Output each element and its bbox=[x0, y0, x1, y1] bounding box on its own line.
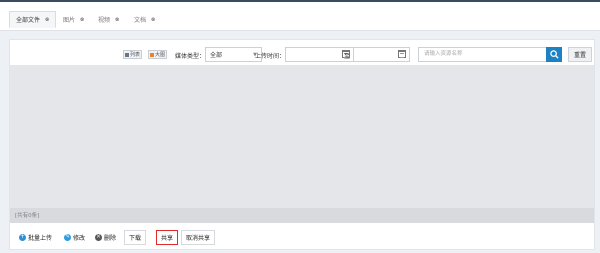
media-type-value: 全部 bbox=[210, 52, 223, 59]
close-icon[interactable]: ⊗ bbox=[115, 17, 119, 23]
grid-view-button[interactable]: 大图 bbox=[148, 50, 168, 59]
file-panel: 列表 大图 媒体类型： 全部 ▼ 上传时间： 至 请输入资源名称 重置 [共有0… bbox=[9, 39, 595, 250]
list-view-icon bbox=[125, 52, 129, 57]
batch-upload-label: 批量上传 bbox=[28, 235, 53, 242]
edit-button[interactable]: ✎ 修改 bbox=[60, 230, 90, 245]
range-separator: 至 bbox=[344, 53, 351, 60]
download-button[interactable]: 下载 bbox=[124, 230, 147, 245]
grid-view-icon bbox=[150, 52, 154, 57]
edit-icon: ✎ bbox=[64, 233, 71, 241]
calendar-icon[interactable] bbox=[398, 50, 406, 58]
delete-icon: × bbox=[95, 233, 102, 241]
tab-bar: 全部文件 ⊗ 图片 ⊗ 视频 ⊗ 文档 ⊗ bbox=[0, 2, 600, 31]
grid-view-label: 大图 bbox=[155, 52, 166, 58]
tab-label: 全部文件 bbox=[16, 17, 41, 24]
reset-button[interactable]: 重置 bbox=[568, 47, 592, 62]
media-type-label: 媒体类型： bbox=[175, 53, 206, 60]
action-bar: + 批量上传 ✎ 修改 × 删除 下载 共享 取消共享 bbox=[10, 224, 594, 250]
tab-label: 视频 bbox=[98, 17, 111, 24]
search-icon bbox=[549, 50, 559, 59]
record-count: [共有0条] bbox=[15, 213, 40, 219]
tab-videos[interactable]: 视频 ⊗ bbox=[92, 11, 125, 28]
tab-images[interactable]: 图片 ⊗ bbox=[57, 11, 90, 28]
file-list-area bbox=[10, 65, 594, 208]
tab-label: 文档 bbox=[134, 17, 147, 24]
list-view-label: 列表 bbox=[130, 52, 141, 58]
share-button[interactable]: 共享 bbox=[156, 230, 179, 245]
plus-circle-icon: + bbox=[19, 233, 26, 241]
delete-label: 删除 bbox=[104, 235, 117, 242]
media-type-select[interactable]: 全部 ▼ bbox=[205, 47, 262, 62]
delete-button[interactable]: × 删除 bbox=[91, 230, 121, 245]
search-button[interactable] bbox=[546, 47, 562, 62]
list-view-button[interactable]: 列表 bbox=[123, 50, 143, 59]
record-count-bar: [共有0条] bbox=[10, 208, 594, 223]
tab-all-files[interactable]: 全部文件 ⊗ bbox=[9, 11, 57, 28]
end-date-input[interactable] bbox=[353, 47, 410, 62]
tab-label: 图片 bbox=[63, 17, 76, 24]
tab-documents[interactable]: 文档 ⊗ bbox=[128, 11, 161, 28]
batch-upload-button[interactable]: + 批量上传 bbox=[15, 230, 57, 245]
close-icon[interactable]: ⊗ bbox=[80, 17, 84, 23]
upload-time-label: 上传时间： bbox=[255, 53, 286, 60]
edit-label: 修改 bbox=[73, 235, 86, 242]
cancel-share-button[interactable]: 取消共享 bbox=[181, 230, 216, 245]
search-input[interactable]: 请输入资源名称 bbox=[418, 47, 547, 62]
close-icon[interactable]: ⊗ bbox=[151, 17, 155, 23]
close-icon[interactable]: ⊗ bbox=[45, 17, 49, 23]
